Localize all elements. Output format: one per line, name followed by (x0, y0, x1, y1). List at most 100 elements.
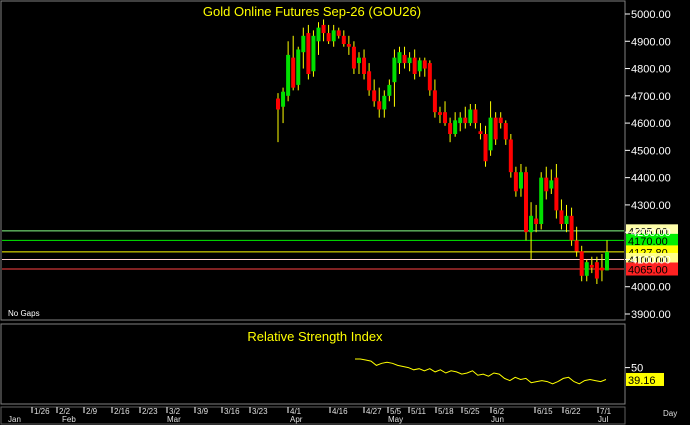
candle-down (432, 90, 437, 113)
candle-down (276, 98, 280, 110)
candle-up (316, 27, 321, 42)
candle-down (326, 33, 331, 42)
candle-down (579, 251, 584, 276)
month-label: Apr (290, 415, 303, 424)
date-label: 5/11 (411, 407, 427, 416)
month-label: Feb (62, 415, 76, 424)
candle-up (549, 180, 554, 189)
rsi-tick-label: 50 (631, 363, 643, 375)
chart-window: 4205.004170.004127.804100.004065.00 3900… (0, 0, 690, 425)
candle-down (422, 60, 427, 69)
date-label: 4/27 (366, 407, 382, 416)
candle-down (574, 240, 579, 252)
candle-up (311, 35, 316, 72)
price-tick-label: 4500.00 (631, 145, 671, 157)
month-label: Jul (598, 415, 608, 424)
candle-down (524, 172, 529, 233)
candle-down (437, 112, 442, 115)
date-label: 3/23 (252, 407, 268, 416)
day-label: Day (663, 409, 677, 418)
candle-up (564, 215, 569, 224)
candle-up (605, 251, 609, 271)
rsi-value-label: 39.16 (628, 375, 656, 387)
candle-down (402, 54, 407, 64)
candle-down (346, 44, 351, 47)
candle-down (448, 123, 453, 134)
candle-up (453, 120, 458, 134)
date-label: 3/9 (197, 407, 209, 416)
price-tick-label: 4300.00 (631, 200, 671, 212)
rsi-title: Relative Strength Index (247, 329, 383, 344)
candle-down (463, 117, 468, 124)
candle-up (382, 95, 387, 110)
candle-up (301, 35, 306, 53)
candle-down (473, 109, 478, 124)
chart-title: Gold Online Futures Sep-26 (GOU26) (203, 4, 421, 19)
price-tick-label: 4600.00 (631, 118, 671, 130)
candle-down (443, 112, 448, 124)
candle-up (417, 60, 422, 72)
candle-up (281, 91, 286, 107)
candle-down (306, 33, 311, 74)
price-tick-label: 5000.00 (631, 9, 671, 21)
candle-up (584, 262, 589, 276)
month-label: Jan (8, 415, 21, 424)
candle-down (569, 215, 574, 241)
price-tick-label: 4100.00 (631, 254, 671, 266)
candle-down (341, 35, 346, 44)
candle-up (468, 109, 473, 124)
no-gaps-label: No Gaps (8, 309, 40, 318)
candle-up (539, 177, 544, 224)
candle-up (392, 57, 397, 83)
date-label: 2/9 (86, 407, 98, 416)
price-tick-label: 4800.00 (631, 64, 671, 76)
date-label: 2/23 (142, 407, 158, 416)
date-label: 4/16 (332, 407, 348, 416)
date-label: 2/16 (114, 407, 130, 416)
candle-down (372, 90, 377, 102)
price-tick-label: 4200.00 (631, 227, 671, 239)
month-label: Mar (167, 415, 181, 424)
candle-up (518, 172, 523, 189)
price-tick-label: 4400.00 (631, 173, 671, 185)
price-tick-label: 4900.00 (631, 36, 671, 48)
month-label: Jun (491, 415, 504, 424)
candle-up (387, 84, 392, 96)
candle-down (498, 117, 503, 124)
candle-down (336, 30, 341, 36)
candle-down (534, 218, 539, 224)
candle-up (397, 52, 402, 64)
candle-up (296, 49, 301, 85)
month-label: May (388, 415, 403, 424)
candle-up (488, 117, 493, 151)
price-tick-label: 3900.00 (631, 309, 671, 321)
date-label: 6/22 (565, 407, 581, 416)
futures-chart-svg: 4205.004170.004127.804100.004065.00 3900… (0, 0, 678, 425)
candle-down (513, 172, 518, 192)
candle-up (356, 57, 361, 64)
candle-down (544, 177, 549, 192)
candle-up (331, 30, 336, 42)
candle-down (599, 267, 604, 271)
candle-down (589, 264, 594, 268)
candle-down (351, 46, 356, 69)
candle-down (291, 57, 296, 88)
candle-down (493, 117, 498, 140)
date-label: 5/18 (438, 407, 454, 416)
candle-down (377, 101, 382, 110)
candle-up (529, 215, 534, 233)
candle-up (407, 57, 412, 64)
candle-down (321, 24, 326, 34)
date-label: 5/25 (464, 407, 480, 416)
candle-down (478, 131, 483, 134)
candle-down (503, 123, 508, 140)
date-label: 3/16 (224, 407, 240, 416)
candle-up (458, 117, 463, 124)
candle-up (286, 54, 291, 96)
candle-down (508, 139, 513, 173)
price-tick-label: 4700.00 (631, 91, 671, 103)
date-label: 1/26 (34, 407, 50, 416)
candle-down (559, 210, 564, 224)
candle-down (594, 262, 599, 279)
date-label: 6/15 (537, 407, 553, 416)
